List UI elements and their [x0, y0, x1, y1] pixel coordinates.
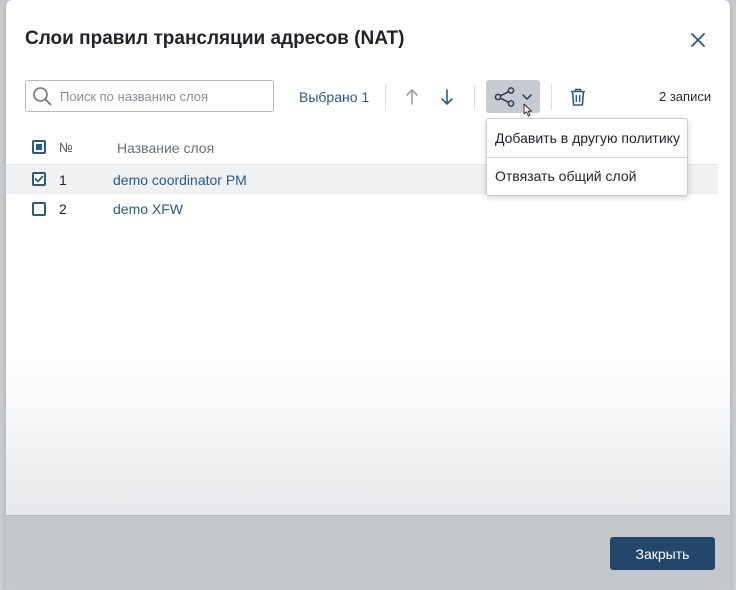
delete-button[interactable]	[564, 82, 592, 112]
toolbar-divider	[474, 84, 475, 110]
table-row[interactable]: 2 demo XFW	[6, 194, 718, 223]
column-header-number: №	[59, 140, 73, 155]
move-up-button[interactable]	[398, 82, 426, 112]
menu-item-unlink-shared-layer[interactable]: Отвязать общий слой	[487, 158, 687, 195]
check-icon	[34, 175, 44, 183]
close-button[interactable]: Закрыть	[610, 537, 715, 570]
mouse-cursor-icon	[523, 103, 532, 117]
share-dropdown-menu: Добавить в другую политику Отвязать общи…	[486, 118, 688, 196]
arrow-down-icon	[441, 89, 453, 105]
move-down-button[interactable]	[433, 82, 461, 112]
chevron-down-icon	[522, 93, 532, 100]
dialog-overlay-shade	[6, 360, 730, 520]
trash-icon	[571, 88, 585, 106]
row-checkbox[interactable]	[32, 172, 46, 186]
select-all-checkbox[interactable]	[32, 140, 46, 154]
search-icon	[33, 87, 52, 106]
share-icon	[494, 86, 515, 107]
nat-layers-dialog: Слои правил трансляции адресов (NAT) Выб…	[6, 0, 730, 590]
records-count: 2 записи	[659, 89, 712, 104]
partial-check-mark	[36, 144, 42, 150]
dialog-close-button[interactable]	[684, 26, 712, 54]
column-header-name[interactable]: Название слоя	[117, 140, 214, 156]
search-input[interactable]	[60, 85, 265, 107]
arrow-up-icon	[406, 89, 418, 105]
row-number: 2	[59, 201, 67, 217]
selected-count[interactable]: Выбрано 1	[299, 89, 369, 105]
dialog-title: Слои правил трансляции адресов (NAT)	[25, 28, 405, 49]
search-box	[25, 80, 274, 112]
toolbar-divider	[385, 84, 386, 110]
toolbar-divider	[551, 84, 552, 110]
menu-item-add-to-policy[interactable]: Добавить в другую политику	[487, 120, 687, 157]
layer-name-link[interactable]: demo XFW	[113, 201, 183, 217]
row-checkbox[interactable]	[32, 202, 46, 216]
close-icon	[691, 33, 705, 47]
row-number: 1	[59, 172, 67, 188]
dialog-footer: Закрыть	[6, 515, 730, 590]
layer-name-link[interactable]: demo coordinator PM	[113, 172, 247, 188]
